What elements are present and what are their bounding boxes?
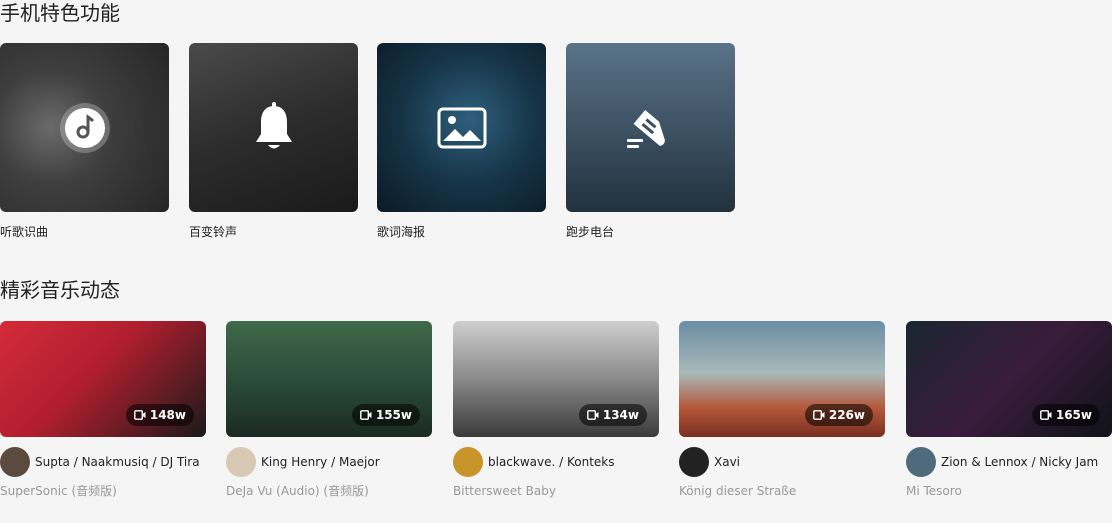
video-cover[interactable]: 165w: [906, 321, 1112, 437]
view-count-badge: 226w: [804, 404, 873, 426]
author-name[interactable]: blackwave. / Konteks: [488, 455, 615, 469]
feature-label[interactable]: 百变铃声: [189, 224, 358, 240]
avatar[interactable]: [0, 447, 30, 477]
video-icon: [133, 410, 146, 420]
music-note-icon: [59, 102, 110, 153]
author-name[interactable]: Xavi: [714, 455, 740, 469]
song-title[interactable]: DeJa Vu (Audio) (音频版): [226, 483, 432, 499]
avatar[interactable]: [453, 447, 483, 477]
feature-card-lyric-poster[interactable]: 歌词海报: [377, 43, 546, 240]
music-dynamic-card[interactable]: 134w blackwave. / Konteks Bittersweet Ba…: [453, 321, 659, 499]
view-count: 165w: [1055, 408, 1092, 422]
video-icon: [359, 410, 372, 420]
song-title[interactable]: Bittersweet Baby: [453, 483, 659, 499]
video-cover[interactable]: 155w: [226, 321, 432, 437]
feature-thumbnail[interactable]: [377, 43, 546, 212]
video-icon: [586, 410, 599, 420]
view-count: 155w: [375, 408, 412, 422]
view-count-badge: 148w: [125, 404, 194, 426]
feature-label[interactable]: 跑步电台: [566, 224, 735, 240]
video-cover[interactable]: 226w: [679, 321, 885, 437]
view-count-badge: 155w: [351, 404, 420, 426]
song-title[interactable]: Mi Tesoro: [906, 483, 1112, 499]
feature-card-ringtones[interactable]: 百变铃声: [189, 43, 358, 240]
song-title[interactable]: König dieser Straße: [679, 483, 885, 499]
author-name[interactable]: Supta / Naakmusiq / DJ Tira: [35, 455, 200, 469]
feature-thumbnail[interactable]: [0, 43, 169, 212]
running-shoe-icon: [626, 109, 665, 148]
feature-label[interactable]: 听歌识曲: [0, 224, 169, 240]
view-count: 134w: [602, 408, 639, 422]
view-count: 226w: [828, 408, 865, 422]
music-dynamic-card[interactable]: 165w Zion & Lennox / Nicky Jam Mi Tesoro: [906, 321, 1112, 499]
music-dynamic-card[interactable]: 148w Supta / Naakmusiq / DJ Tira SuperSo…: [0, 321, 206, 499]
music-dynamic-card[interactable]: 226w Xavi König dieser Straße: [679, 321, 885, 499]
feature-card-running-radio[interactable]: 跑步电台: [566, 43, 735, 240]
video-icon: [1039, 410, 1052, 420]
feature-thumbnail[interactable]: [189, 43, 358, 212]
author-name[interactable]: Zion & Lennox / Nicky Jam: [941, 455, 1098, 469]
avatar[interactable]: [906, 447, 936, 477]
view-count-badge: 165w: [1031, 404, 1100, 426]
section-title-features: 手机特色功能: [0, 1, 120, 25]
view-count: 148w: [149, 408, 186, 422]
feature-card-song-recognition[interactable]: 听歌识曲: [0, 43, 169, 240]
bell-icon: [255, 101, 292, 148]
view-count-badge: 134w: [578, 404, 647, 426]
avatar[interactable]: [226, 447, 256, 477]
feature-thumbnail[interactable]: [566, 43, 735, 212]
video-cover[interactable]: 134w: [453, 321, 659, 437]
music-dynamic-card[interactable]: 155w King Henry / Maejor DeJa Vu (Audio)…: [226, 321, 432, 499]
image-icon: [437, 107, 486, 148]
video-icon: [812, 410, 825, 420]
feature-label[interactable]: 歌词海报: [377, 224, 546, 240]
avatar[interactable]: [679, 447, 709, 477]
author-name[interactable]: King Henry / Maejor: [261, 455, 380, 469]
video-cover[interactable]: 148w: [0, 321, 206, 437]
section-title-music-dynamics: 精彩音乐动态: [0, 278, 120, 302]
song-title[interactable]: SuperSonic (音频版): [0, 483, 206, 499]
